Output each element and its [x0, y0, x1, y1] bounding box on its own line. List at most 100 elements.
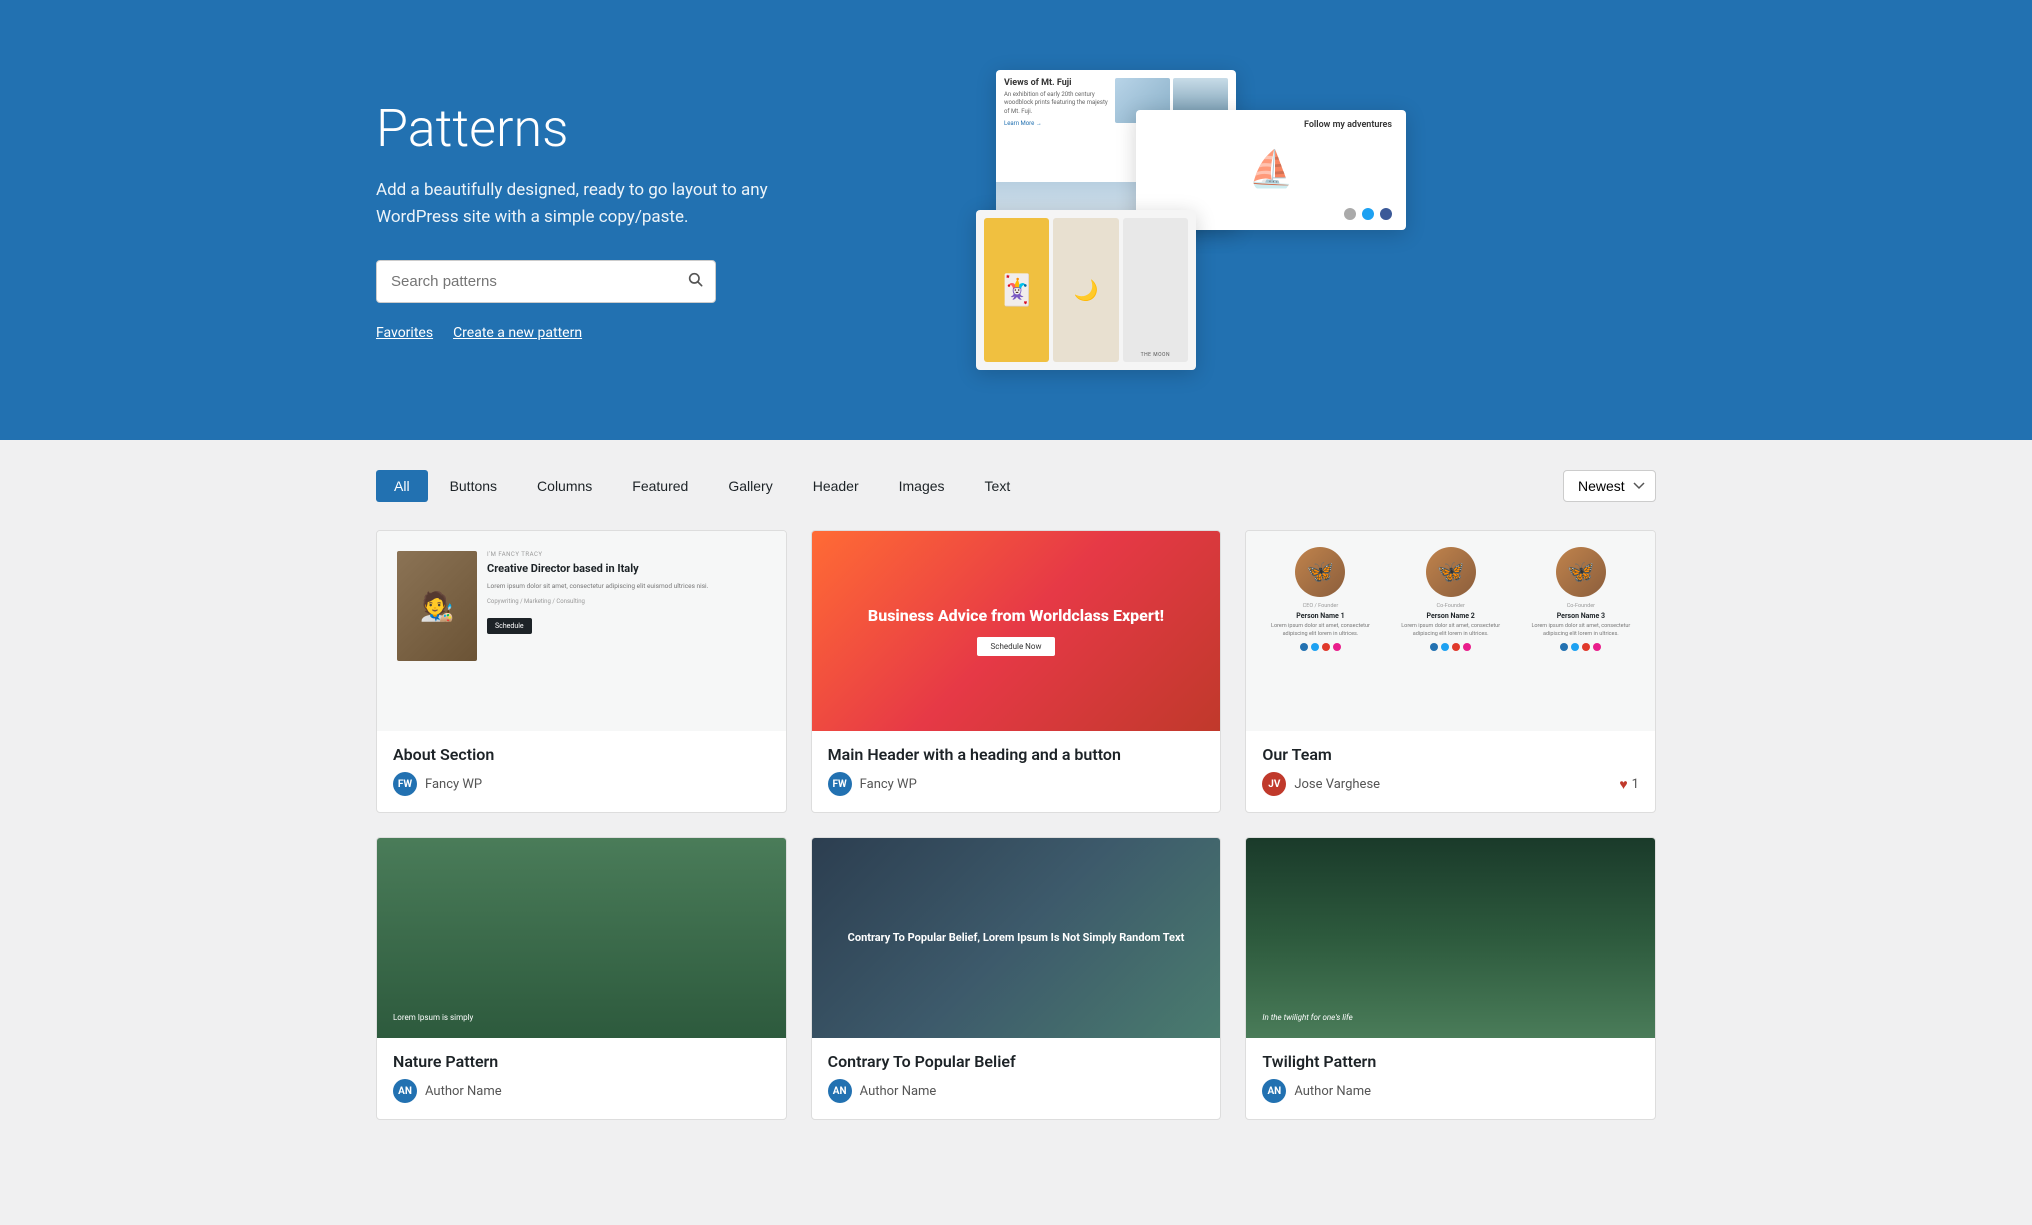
social-icon-9: [1560, 643, 1568, 651]
search-input[interactable]: [377, 263, 675, 300]
social-icon-11: [1582, 643, 1590, 651]
sort-select[interactable]: Newest Oldest Popular: [1563, 470, 1656, 502]
team-avatar-3: 🦋: [1556, 547, 1606, 597]
pattern-author-about: FW Fancy WP: [393, 772, 770, 796]
social-icon-12: [1593, 643, 1601, 651]
author-avatar-about: FW: [393, 772, 417, 796]
pattern-card-nature[interactable]: Lorem Ipsum is simply Nature Pattern AN …: [376, 837, 787, 1120]
hero-content: Patterns Add a beautifully designed, rea…: [376, 99, 896, 340]
tab-header[interactable]: Header: [795, 470, 877, 502]
favorites-link[interactable]: Favorites: [376, 325, 433, 341]
sort-wrapper: Newest Oldest Popular: [1563, 470, 1656, 502]
hero-preview-card-3: 🃏 🌙 THE MOON: [976, 210, 1196, 370]
pattern-name-about: About Section: [393, 745, 770, 764]
social-icon-8: [1463, 643, 1471, 651]
author-name-twilight: Author Name: [1294, 1084, 1371, 1099]
pattern-info-team: Our Team JV Jose Varghese ♥ 1: [1246, 731, 1655, 812]
pattern-info-about: About Section FW Fancy WP: [377, 731, 786, 812]
about-btn: Schedule: [487, 618, 532, 634]
like-number: 1: [1632, 777, 1639, 792]
pattern-name-twilight: Twilight Pattern: [1262, 1052, 1639, 1071]
pattern-author-contrary: AN Author Name: [828, 1079, 1205, 1103]
contrary-preview-inner: Contrary To Popular Belief, Lorem Ipsum …: [812, 838, 1221, 1038]
pattern-preview-contrary: Contrary To Popular Belief, Lorem Ipsum …: [812, 838, 1221, 1038]
pattern-author-business: FW Fancy WP: [828, 772, 1205, 796]
about-body: Lorem ipsum dolor sit amet, consectetur …: [487, 582, 766, 592]
team-member-3: 🦋 Co-Founder Person Name 3 Lorem ipsum d…: [1519, 547, 1643, 651]
author-avatar-twilight: AN: [1262, 1079, 1286, 1103]
main-content: All Buttons Columns Featured Gallery Hea…: [316, 440, 1716, 1150]
pattern-card-business[interactable]: Business Advice from Worldclass Expert! …: [811, 530, 1222, 813]
tab-text[interactable]: Text: [967, 470, 1029, 502]
team-avatar-1: 🦋: [1295, 547, 1345, 597]
pattern-info-business: Main Header with a heading and a button …: [812, 731, 1221, 812]
filter-tabs: All Buttons Columns Featured Gallery Hea…: [376, 470, 1028, 502]
author-avatar-nature: AN: [393, 1079, 417, 1103]
team-member-2: 🦋 Co-Founder Person Name 2 Lorem ipsum d…: [1389, 547, 1513, 651]
create-pattern-link[interactable]: Create a new pattern: [453, 325, 582, 341]
about-portrait-icon: 🧑‍🎨: [397, 551, 477, 661]
search-icon: [687, 271, 703, 287]
author-avatar-business: FW: [828, 772, 852, 796]
author-name-about: Fancy WP: [425, 777, 482, 792]
like-count-team: ♥ 1: [1619, 776, 1639, 793]
pattern-card-team[interactable]: 🦋 CEO / Founder Person Name 1 Lorem ipsu…: [1245, 530, 1656, 813]
pattern-author-team: JV Jose Varghese ♥ 1: [1262, 772, 1639, 796]
pattern-card-about[interactable]: 🧑‍🎨 I'M FANCY TRACY Creative Director ba…: [376, 530, 787, 813]
social-icon-7: [1452, 643, 1460, 651]
tab-all[interactable]: All: [376, 470, 428, 502]
pattern-info-nature: Nature Pattern AN Author Name: [377, 1038, 786, 1119]
author-name-nature: Author Name: [425, 1084, 502, 1099]
author-name-team: Jose Varghese: [1294, 777, 1380, 792]
page-title: Patterns: [376, 99, 896, 159]
hero-subtitle: Add a beautifully designed, ready to go …: [376, 177, 796, 231]
social-icon-6: [1441, 643, 1449, 651]
author-name-contrary: Author Name: [860, 1084, 937, 1099]
author-name-business: Fancy WP: [860, 777, 917, 792]
about-badge: I'M FANCY TRACY: [487, 551, 766, 558]
filter-bar: All Buttons Columns Featured Gallery Hea…: [376, 470, 1656, 502]
hero-section: Patterns Add a beautifully designed, rea…: [0, 0, 2032, 440]
pattern-name-nature: Nature Pattern: [393, 1052, 770, 1071]
team-preview-inner: 🦋 CEO / Founder Person Name 1 Lorem ipsu…: [1246, 531, 1655, 731]
business-preview-inner: Business Advice from Worldclass Expert! …: [812, 531, 1221, 731]
social-icon-1: [1300, 643, 1308, 651]
pattern-card-contrary[interactable]: Contrary To Popular Belief, Lorem Ipsum …: [811, 837, 1222, 1120]
hero-images: Views of Mt. Fuji An exhibition of early…: [956, 60, 1656, 380]
hero-links: Favorites Create a new pattern: [376, 325, 896, 341]
team-avatar-2: 🦋: [1426, 547, 1476, 597]
pattern-info-twilight: Twilight Pattern AN Author Name: [1246, 1038, 1655, 1119]
search-container: [376, 260, 716, 303]
about-heading: Creative Director based in Italy: [487, 562, 766, 576]
pattern-name-team: Our Team: [1262, 745, 1639, 764]
contrary-text: Contrary To Popular Belief, Lorem Ipsum …: [848, 930, 1185, 945]
tab-gallery[interactable]: Gallery: [710, 470, 790, 502]
about-tags: Copywriting / Marketing / Consulting: [487, 598, 766, 605]
tab-buttons[interactable]: Buttons: [432, 470, 515, 502]
twilight-preview-inner: In the twilight for one's life: [1246, 838, 1655, 1038]
nature-preview-inner: Lorem Ipsum is simply: [377, 838, 786, 1038]
author-avatar-contrary: AN: [828, 1079, 852, 1103]
social-icon-5: [1430, 643, 1438, 651]
social-icon-2: [1311, 643, 1319, 651]
biz-heading: Business Advice from Worldclass Expert!: [848, 606, 1184, 627]
pattern-grid: 🧑‍🎨 I'M FANCY TRACY Creative Director ba…: [376, 530, 1656, 1120]
pattern-preview-nature: Lorem Ipsum is simply: [377, 838, 786, 1038]
tab-columns[interactable]: Columns: [519, 470, 610, 502]
pattern-name-business: Main Header with a heading and a button: [828, 745, 1205, 764]
pattern-info-contrary: Contrary To Popular Belief AN Author Nam…: [812, 1038, 1221, 1119]
twilight-text: In the twilight for one's life: [1262, 1013, 1352, 1022]
pattern-author-twilight: AN Author Name: [1262, 1079, 1639, 1103]
tab-images[interactable]: Images: [881, 470, 963, 502]
social-icon-10: [1571, 643, 1579, 651]
pattern-preview-business: Business Advice from Worldclass Expert! …: [812, 531, 1221, 731]
nature-text: Lorem Ipsum is simply: [393, 1013, 473, 1022]
pattern-name-contrary: Contrary To Popular Belief: [828, 1052, 1205, 1071]
pattern-author-nature: AN Author Name: [393, 1079, 770, 1103]
team-member-1: 🦋 CEO / Founder Person Name 1 Lorem ipsu…: [1258, 547, 1382, 651]
tab-featured[interactable]: Featured: [614, 470, 706, 502]
pattern-card-twilight[interactable]: In the twilight for one's life Twilight …: [1245, 837, 1656, 1120]
author-avatar-team: JV: [1262, 772, 1286, 796]
heart-icon: ♥: [1619, 776, 1627, 793]
search-button[interactable]: [675, 261, 715, 302]
